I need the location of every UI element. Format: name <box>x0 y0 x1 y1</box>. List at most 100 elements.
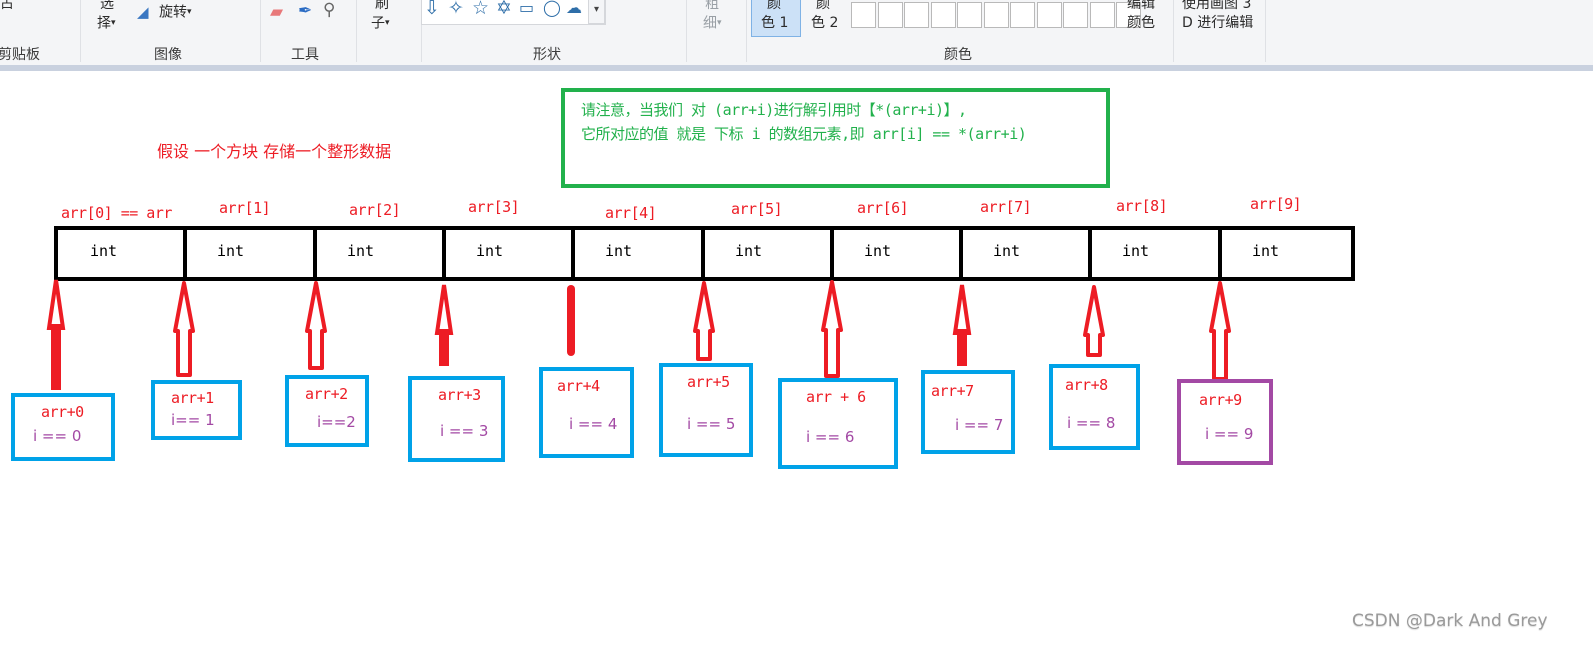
group-label-tools: 工具 <box>291 47 319 63</box>
arrow-head <box>434 284 454 335</box>
up-arrow-icon <box>1083 285 1105 357</box>
six-point-star-shape-icon[interactable]: ✡ <box>496 0 512 20</box>
array-cell: int <box>54 226 187 281</box>
pointer-box: arr+7 i == 7 <box>921 370 1015 454</box>
arrow-outline <box>1209 281 1231 381</box>
arrow-down-shape-icon[interactable]: ⇩ <box>424 0 440 20</box>
group-label-shapes: 形状 <box>533 47 561 63</box>
cell-type-label: int <box>735 242 763 260</box>
arrow-head <box>46 279 66 330</box>
pointer-box: arr+5 i == 5 <box>659 363 753 457</box>
group-divider <box>80 0 81 62</box>
shapes-more-button[interactable]: ▾ <box>588 0 605 24</box>
cloud-callout-shape-icon[interactable]: ☁ <box>566 0 582 20</box>
select-label-top: 选 <box>100 0 114 12</box>
arrow-outline <box>1083 285 1105 357</box>
brush-label-bottom: 子▾ <box>371 15 390 32</box>
pointer-box: arr+0 i == 0 <box>11 393 115 461</box>
group-divider <box>746 0 747 62</box>
pointer-expression: arr+5 <box>687 373 730 391</box>
note-line-2: 它所对应的值 就是 下标 i 的数组元素,即 arr[i] == *(arr+i… <box>581 125 1027 143</box>
color-swatch[interactable] <box>851 2 876 28</box>
array-cell: int <box>183 226 317 281</box>
color2-label-bottom: 色 2 <box>811 15 839 31</box>
pointer-box: arr+8 i == 8 <box>1049 364 1140 450</box>
up-arrow-icon <box>46 279 66 390</box>
color-swatch[interactable] <box>904 2 929 28</box>
rect-callout-shape-icon[interactable]: ▭ <box>519 0 534 20</box>
shapes-gallery[interactable]: ⇩ ✧ ☆ ✡ ▭ ◯ ☁ <box>421 0 606 25</box>
group-divider <box>356 0 357 62</box>
color-swatch[interactable] <box>983 2 1009 28</box>
index-equation: i == 7 <box>955 416 1004 434</box>
up-arrow-icon <box>305 281 327 370</box>
pointer-expression: arr+3 <box>438 386 481 404</box>
color-swatch[interactable] <box>957 2 982 28</box>
color-swatch[interactable] <box>1089 2 1115 28</box>
up-arrow-icon <box>1209 281 1231 381</box>
array-cell: int <box>1088 226 1222 281</box>
arrow-outline <box>821 280 843 378</box>
pointer-box: arr+1 i== 1 <box>151 380 242 440</box>
up-arrow-icon <box>567 285 575 356</box>
arrow-shaft <box>51 324 61 390</box>
five-point-star-shape-icon[interactable]: ☆ <box>472 0 489 20</box>
magnifier-icon[interactable]: ⚲ <box>323 1 335 20</box>
group-label-clipboard: 剪贴板 <box>0 47 40 63</box>
pointer-box: arr+9 i == 9 <box>1177 379 1273 465</box>
index-label: arr[6] <box>857 199 909 217</box>
arrow-shaft <box>439 329 449 366</box>
arrow-outline <box>305 281 327 370</box>
index-label: arr[8] <box>1116 197 1168 215</box>
pointer-expression: arr+7 <box>931 382 974 400</box>
pointer-expression: arr+9 <box>1199 391 1242 409</box>
up-arrow-icon <box>952 284 972 366</box>
index-equation: i == 0 <box>33 427 82 445</box>
oval-callout-shape-icon[interactable]: ◯ <box>543 0 561 20</box>
pointer-box: arr + 6 i == 6 <box>778 378 898 469</box>
array-cell: int <box>442 226 575 281</box>
index-label: arr[0] == arr <box>61 204 172 222</box>
size-label-top: 粗 <box>705 0 719 12</box>
array-cell: int <box>959 226 1092 281</box>
four-point-star-shape-icon[interactable]: ✧ <box>448 0 464 20</box>
index-label: arr[9] <box>1250 195 1302 213</box>
color-picker-icon[interactable]: ✒ <box>298 2 312 21</box>
color-swatch[interactable] <box>877 2 903 28</box>
array-cell: int <box>571 226 705 281</box>
eraser-icon[interactable]: ▰ <box>270 3 283 22</box>
arrow-shaft <box>567 285 575 356</box>
color-swatch[interactable] <box>1010 2 1035 28</box>
paste-button-partial[interactable]: 占 <box>0 0 14 14</box>
int-array: int int int int int int int int int int <box>54 226 1355 281</box>
arrow-outline <box>173 281 195 377</box>
array-cell: int <box>313 226 446 281</box>
index-equation: i == 3 <box>440 422 489 440</box>
pointer-box: arr+3 i == 3 <box>408 376 505 462</box>
index-equation: i==2 <box>317 413 356 431</box>
pointer-expression: arr+2 <box>305 385 348 403</box>
index-label: arr[4] <box>605 204 657 222</box>
up-arrow-icon <box>434 284 454 366</box>
color-swatch[interactable] <box>1036 2 1062 28</box>
cell-type-label: int <box>217 242 245 260</box>
cell-type-label: int <box>347 242 375 260</box>
index-equation: i == 9 <box>1205 425 1254 443</box>
arrow-head <box>952 284 972 335</box>
index-equation: i == 5 <box>687 415 736 433</box>
color-swatch[interactable] <box>1063 2 1088 28</box>
array-cell: int <box>1218 226 1355 281</box>
index-equation: i == 6 <box>806 428 855 446</box>
group-divider <box>686 0 687 62</box>
pointer-expression: arr+8 <box>1065 376 1108 394</box>
color1-label-top: 颜 <box>767 0 781 12</box>
arrow-outline <box>693 281 715 361</box>
note-line-1: 请注意，当我们 对 (arr+i)进行解引用时【*(arr+i)】, <box>581 101 967 119</box>
index-label: arr[2] <box>349 201 401 219</box>
group-divider <box>1173 0 1174 62</box>
paint3d-label-bottom: D 进行编辑 <box>1182 15 1254 31</box>
color-swatch[interactable] <box>930 2 956 28</box>
pointer-expression: arr+4 <box>557 377 600 395</box>
color1-label-bottom: 色 1 <box>761 15 789 31</box>
up-arrow-icon <box>821 280 843 378</box>
